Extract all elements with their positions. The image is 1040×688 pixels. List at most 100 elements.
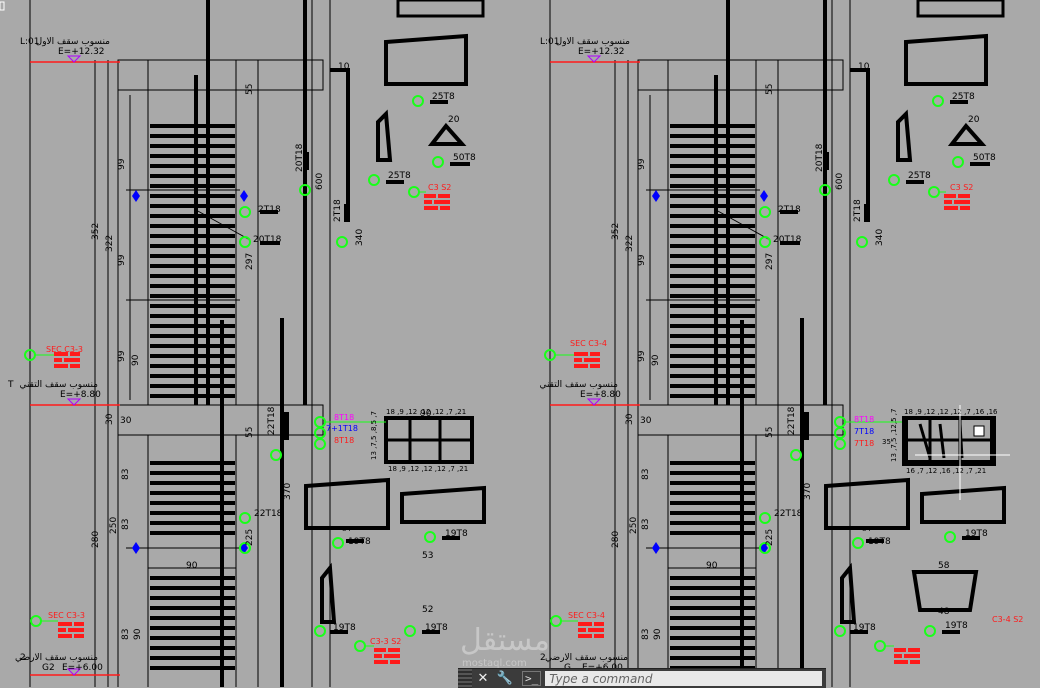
- column-tag-c3: C3 S2: [428, 183, 451, 192]
- section-top-dims: 18 ,9 ,12 ,12 ,12 ,7 ,21: [386, 408, 466, 416]
- r-dim-83-a: 83: [641, 469, 651, 480]
- r-level-mid-elevation: E=+8.80: [580, 390, 621, 400]
- bar-25t8-b: 25T8: [388, 171, 411, 181]
- r-section-side-dims: 13 ,7,5 ,12,5 ,7: [890, 409, 898, 462]
- r-column-tag-c3-4: C3-4 S2: [992, 615, 1023, 624]
- r-level-bot-arabic: منسوب سقف الارضي: [545, 653, 628, 663]
- bar-22t18-b: 22T18: [254, 509, 283, 519]
- bar-22t18-vert: 22T18: [267, 406, 277, 435]
- dim-84: 84: [342, 525, 351, 533]
- r-section-label-a: SEC C3-4: [570, 339, 607, 348]
- bar-20t18: 20T18: [253, 235, 282, 245]
- dim-10: 10: [338, 62, 350, 72]
- r-bar-19t8-d: 19T8: [945, 621, 968, 631]
- r-bar-19t8-b: 19T8: [965, 529, 988, 539]
- r-bar-25t8-b: 25T8: [908, 171, 931, 181]
- r-bar-25t8-a: 25T8: [952, 92, 975, 102]
- r-dim-99-c: 99: [637, 350, 647, 362]
- command-line-grip-handle[interactable]: [458, 669, 472, 688]
- level-mid-arabic: منسوب سقف التقني: [19, 380, 98, 390]
- dim-90-c: 90: [186, 561, 198, 571]
- dim-53: 53: [422, 551, 433, 561]
- level-bot-elevation: E=+6.00: [62, 663, 103, 673]
- dim-225: 225: [245, 529, 255, 546]
- r-section-bot-dims: 16 ,7 ,12 ,16 ,12 ,7 ,21: [906, 467, 986, 475]
- dim-55-b: 55: [245, 427, 255, 438]
- dim-20: 20: [448, 115, 460, 125]
- mark-8t18-b: 8T18: [334, 436, 354, 445]
- r-bar-50t8: 50T8: [973, 153, 996, 163]
- r-dim-90-a: 90: [651, 354, 661, 366]
- dim-83-c: 83: [121, 629, 131, 640]
- r-section-label-b: SEC C3-4: [568, 611, 605, 620]
- r-dim-352: 352: [611, 223, 621, 240]
- canvas-background: [0, 0, 1040, 687]
- command-prompt-icon[interactable]: >_: [522, 671, 542, 686]
- r-section-top-dims: 18 ,9 ,12 ,12 ,12 ,7 ,16 ,16: [904, 408, 998, 416]
- bar-50t8: 50T8: [453, 153, 476, 163]
- r-bar-19t8-a: 19T8: [868, 537, 891, 547]
- r-dim-55-b: 55: [765, 427, 775, 438]
- section-side-dims: 13 ,7,5 ,8,5 ,7: [370, 411, 378, 460]
- bar-2t18-vert: 2T18: [333, 199, 343, 222]
- r-mark-7t18-a: 7T18: [854, 427, 874, 436]
- dim-352: 352: [91, 223, 101, 240]
- dim-600: 600: [315, 173, 325, 190]
- dim-99-a: 99: [117, 158, 127, 170]
- r-column-tag-c3: C3 S2: [950, 183, 973, 192]
- dim-322: 322: [105, 235, 115, 252]
- bar-25t8-a: 25T8: [432, 92, 455, 102]
- r-dim-55: 55: [765, 84, 775, 95]
- wrench-settings-icon[interactable]: 🔧: [494, 671, 516, 686]
- r-bar-22t18-vert: 22T18: [787, 406, 797, 435]
- r-level-top-elevation: E=+12.32: [578, 47, 625, 57]
- r-mark-7t18-b: 7T18: [854, 439, 874, 448]
- r-bar-20t18-vert: 20T18: [815, 143, 825, 172]
- r-level-top-arabic: منسوب سقف الاول: [556, 37, 631, 47]
- r-level-mid-arabic: منسوب سقف التقني: [539, 380, 618, 390]
- r-dim-30-b: 30: [640, 416, 652, 426]
- bar-19t8-b: 19T8: [445, 529, 468, 539]
- command-input[interactable]: [545, 671, 822, 686]
- dim-99-b: 99: [117, 254, 127, 266]
- dim-297: 297: [245, 253, 255, 270]
- r-dim-600: 600: [835, 173, 845, 190]
- r-dim-322: 322: [625, 235, 635, 252]
- level-mid-elevation: E=+8.80: [60, 390, 101, 400]
- dim-250: 250: [109, 517, 119, 534]
- command-line-bar: ✕ 🔧 >_: [458, 668, 826, 688]
- r-bar-2t18-vert: 2T18: [853, 199, 863, 222]
- r-bar-20t18: 20T18: [773, 235, 802, 245]
- close-icon[interactable]: ✕: [472, 671, 494, 686]
- r-dim-250: 250: [629, 517, 639, 534]
- r-dim-84: 84: [862, 525, 871, 533]
- section-bot-dims: 18 ,9 ,12 ,12 ,12 ,7 ,21: [388, 465, 468, 473]
- r-dim-370: 370: [803, 483, 813, 500]
- bar-20t18-vert: 20T18: [295, 143, 305, 172]
- level-mid-code: T: [7, 380, 14, 390]
- dim-52: 52: [422, 605, 433, 615]
- section-label-a: SEC C3-3: [46, 345, 83, 354]
- r-dim-20: 20: [968, 115, 980, 125]
- r-dim-297: 297: [765, 253, 775, 270]
- r-dim-225: 225: [765, 529, 775, 546]
- r-dim-90-c: 90: [706, 561, 718, 571]
- bar-2t18: 2T18: [258, 205, 281, 215]
- r-dim-83-b: 83: [641, 519, 651, 530]
- bar-19t8-d: 19T8: [425, 623, 448, 633]
- cad-drawing-canvas[interactable]: L:01 منسوب سقف الاول E=+12.32 T منسوب سق…: [0, 0, 1040, 687]
- r-dim-340: 340: [875, 229, 885, 246]
- dim-280: 280: [91, 531, 101, 548]
- r-dim-90-b: 90: [653, 628, 663, 640]
- dim-370: 370: [283, 483, 293, 500]
- r-dim-99-b: 99: [637, 254, 647, 266]
- dim-83-a: 83: [121, 469, 131, 480]
- r-bar-2t18: 2T18: [778, 205, 801, 215]
- r-dim-10: 10: [858, 62, 870, 72]
- mark-8t18-a: 8T18: [334, 413, 354, 422]
- watermark-arabic: مستقل: [460, 623, 550, 658]
- bar-19t8-a: 19T8: [348, 537, 371, 547]
- dim-340: 340: [355, 229, 365, 246]
- level-bot-arabic: منسوب سقف الارضي: [15, 653, 98, 663]
- level-top-elevation: E=+12.32: [58, 47, 105, 57]
